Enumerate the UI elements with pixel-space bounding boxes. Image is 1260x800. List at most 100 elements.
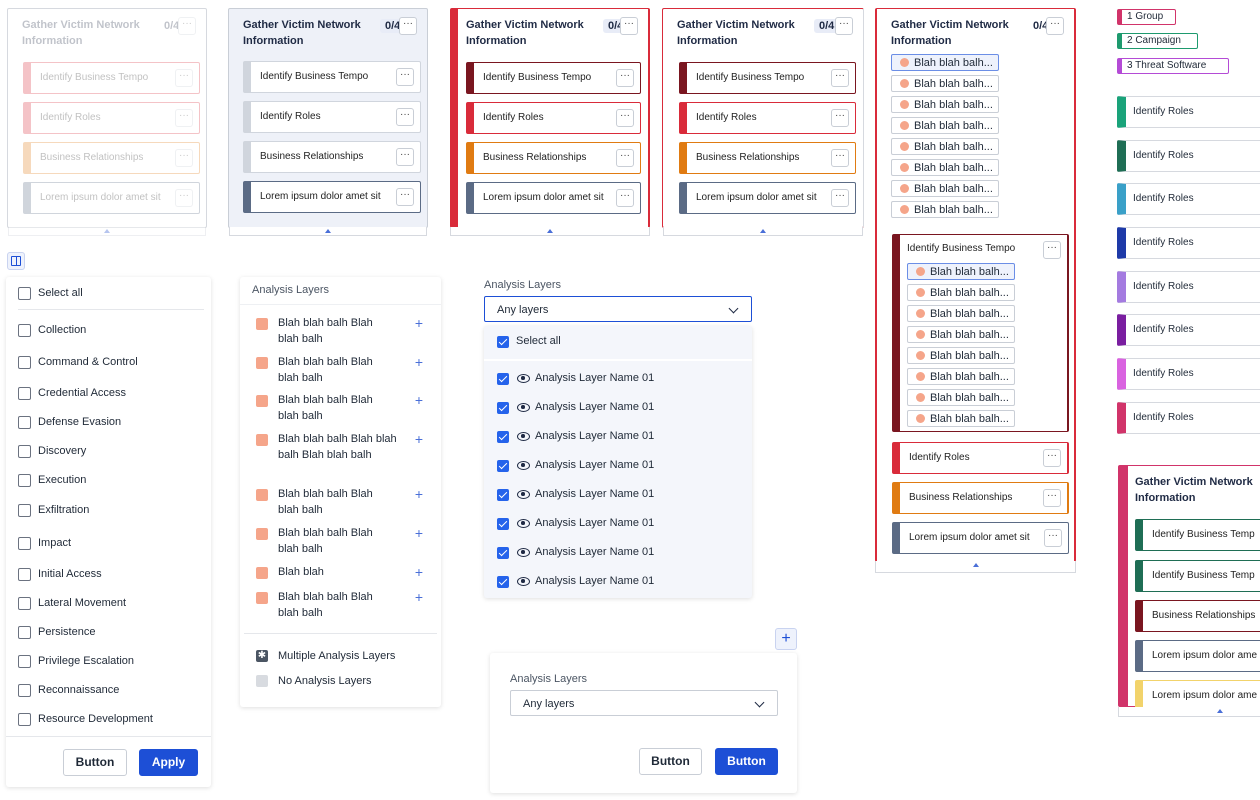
layer-option[interactable]: Analysis Layer Name 01 — [484, 510, 752, 539]
more-icon[interactable]: ··· — [1043, 449, 1061, 467]
subtechnique-lorem[interactable]: Lorem ipsum dolor amet sit ··· — [892, 522, 1069, 554]
subtechnique-business-relationships[interactable]: Business Relationships — [1135, 600, 1260, 632]
role-card[interactable]: Identify Roles — [1117, 183, 1260, 215]
role-card[interactable]: Identify Roles — [1117, 227, 1260, 259]
checkbox[interactable] — [18, 387, 31, 400]
checkbox-checked[interactable] — [497, 489, 509, 501]
subtechnique-lorem[interactable]: Lorem ipsum dolor amet sit ··· — [243, 181, 421, 213]
subtechnique-roles[interactable]: Identify Roles ··· — [892, 442, 1069, 474]
technique-card-right[interactable]: Gather Victim Network Information Identi… — [1118, 465, 1260, 712]
checkbox-checked[interactable] — [497, 518, 509, 530]
more-icon[interactable]: ··· — [616, 149, 634, 167]
layer-chip[interactable]: Blah blah balh... — [907, 410, 1015, 427]
checkbox[interactable] — [18, 356, 31, 369]
checkbox[interactable] — [18, 287, 31, 300]
more-icon[interactable]: ··· — [616, 189, 634, 207]
subtechnique-lorem[interactable]: Lorem ipsum dolor amet sit ··· — [679, 182, 856, 214]
layer-chip[interactable]: Blah blah balh... — [891, 54, 999, 71]
role-card[interactable]: Identify Roles — [1117, 402, 1260, 434]
collapse-tab[interactable] — [8, 227, 206, 236]
more-icon[interactable]: ··· — [396, 68, 414, 86]
eye-icon[interactable] — [517, 519, 530, 528]
role-card[interactable]: Identify Roles — [1117, 140, 1260, 172]
more-icon[interactable]: ··· — [399, 17, 417, 35]
more-icon[interactable]: ··· — [616, 69, 634, 87]
secondary-button[interactable]: Button — [63, 749, 127, 776]
layer-chip[interactable]: Blah blah balh... — [891, 180, 999, 197]
apply-button[interactable]: Apply — [139, 749, 198, 776]
subtechnique-roles[interactable]: Identify Roles ··· — [466, 102, 641, 134]
layer-chip[interactable]: Blah blah balh... — [907, 326, 1015, 343]
eye-icon[interactable] — [517, 577, 530, 586]
more-icon[interactable]: ··· — [396, 108, 414, 126]
collapse-tab[interactable] — [1118, 707, 1260, 717]
layer-option[interactable]: Analysis Layer Name 01 — [484, 481, 752, 510]
layer-chip[interactable]: Blah blah balh... — [907, 347, 1015, 364]
more-icon[interactable]: ··· — [831, 69, 849, 87]
checkbox-checked[interactable] — [497, 402, 509, 414]
layer-chip[interactable]: Blah blah balh... — [907, 368, 1015, 385]
eye-icon[interactable] — [517, 403, 530, 412]
more-icon[interactable]: ··· — [616, 109, 634, 127]
layer-chip[interactable]: Blah blah balh... — [891, 75, 999, 92]
subtechnique-business-relationships[interactable]: Business Relationships ··· — [243, 141, 421, 173]
more-icon[interactable]: ··· — [1044, 529, 1062, 547]
more-icon[interactable]: ··· — [175, 109, 193, 127]
select-all-option[interactable]: Select all — [484, 330, 752, 354]
more-icon[interactable]: ··· — [831, 149, 849, 167]
layer-option[interactable]: Analysis Layer Name 01 — [484, 423, 752, 452]
add-icon[interactable]: + — [410, 589, 428, 607]
layer-option[interactable]: Analysis Layer Name 01 — [484, 568, 752, 597]
technique-card-red[interactable]: Gather Victim Network Information 0/4 ··… — [450, 8, 650, 236]
technique-card-grey[interactable]: Gather Victim Network Information 0/4 ··… — [228, 8, 428, 236]
checkbox[interactable] — [18, 324, 31, 337]
subtechnique-business-relationships[interactable]: Business Relationships ··· — [892, 482, 1069, 514]
add-icon[interactable]: + — [410, 392, 428, 410]
add-icon[interactable]: + — [410, 354, 428, 372]
checkbox[interactable] — [18, 416, 31, 429]
eye-icon[interactable] — [517, 432, 530, 441]
add-icon[interactable]: + — [410, 564, 428, 582]
checkbox[interactable] — [18, 655, 31, 668]
checkbox[interactable] — [18, 713, 31, 726]
layer-chip[interactable]: Blah blah balh... — [907, 284, 1015, 301]
add-button-icon[interactable]: + — [775, 628, 797, 650]
checkbox[interactable] — [18, 597, 31, 610]
collapse-tab[interactable] — [663, 227, 863, 236]
eye-icon[interactable] — [517, 548, 530, 557]
add-icon[interactable]: + — [410, 315, 428, 333]
analysis-layers-select[interactable]: Any layers — [484, 296, 752, 322]
more-icon[interactable]: ··· — [831, 189, 849, 207]
eye-icon[interactable] — [517, 461, 530, 470]
checkbox-checked[interactable] — [497, 547, 509, 559]
layer-chip[interactable]: Blah blah balh... — [907, 263, 1015, 280]
more-icon[interactable]: ··· — [175, 189, 193, 207]
more-icon[interactable]: ··· — [1043, 489, 1061, 507]
role-card[interactable]: Identify Roles — [1117, 96, 1260, 128]
subtechnique-lorem[interactable]: Lorem ipsum dolor amet sit ··· — [466, 182, 641, 214]
more-icon[interactable]: ··· — [175, 69, 193, 87]
more-icon[interactable]: ··· — [831, 109, 849, 127]
add-icon[interactable]: + — [410, 431, 428, 449]
collapse-tab[interactable] — [450, 227, 650, 236]
layer-chip[interactable]: Blah blah balh... — [907, 305, 1015, 322]
subtechnique-business-tempo[interactable]: Identify Business Tempo ··· — [243, 61, 421, 93]
technique-card-red-partial[interactable]: Gather Victim Network Information 0/4 ··… — [662, 8, 864, 236]
subtechnique-business-tempo[interactable]: Identify Business Temp — [1135, 560, 1260, 592]
collapse-tab[interactable] — [229, 227, 427, 236]
layer-option[interactable]: Analysis Layer Name 01 — [484, 452, 752, 481]
more-icon[interactable]: ··· — [178, 17, 196, 35]
role-card[interactable]: Identify Roles — [1117, 358, 1260, 390]
eye-icon[interactable] — [517, 374, 530, 383]
checkbox[interactable] — [18, 504, 31, 517]
analysis-layers-select[interactable]: Any layers — [510, 690, 778, 716]
checkbox[interactable] — [18, 537, 31, 550]
subtechnique-business-relationships[interactable]: Business Relationships ··· — [679, 142, 856, 174]
layer-option[interactable]: Analysis Layer Name 01 — [484, 539, 752, 568]
subtechnique-business-tempo[interactable]: Identify Business Temp — [1135, 519, 1260, 551]
technique-card-expanded[interactable]: Gather Victim Network Information 0/4 ··… — [875, 8, 1076, 573]
more-icon[interactable]: ··· — [1043, 241, 1061, 259]
checkbox-checked[interactable] — [497, 431, 509, 443]
layer-option[interactable]: Analysis Layer Name 01 — [484, 394, 752, 423]
tag-group[interactable]: 1 Group — [1117, 9, 1176, 25]
